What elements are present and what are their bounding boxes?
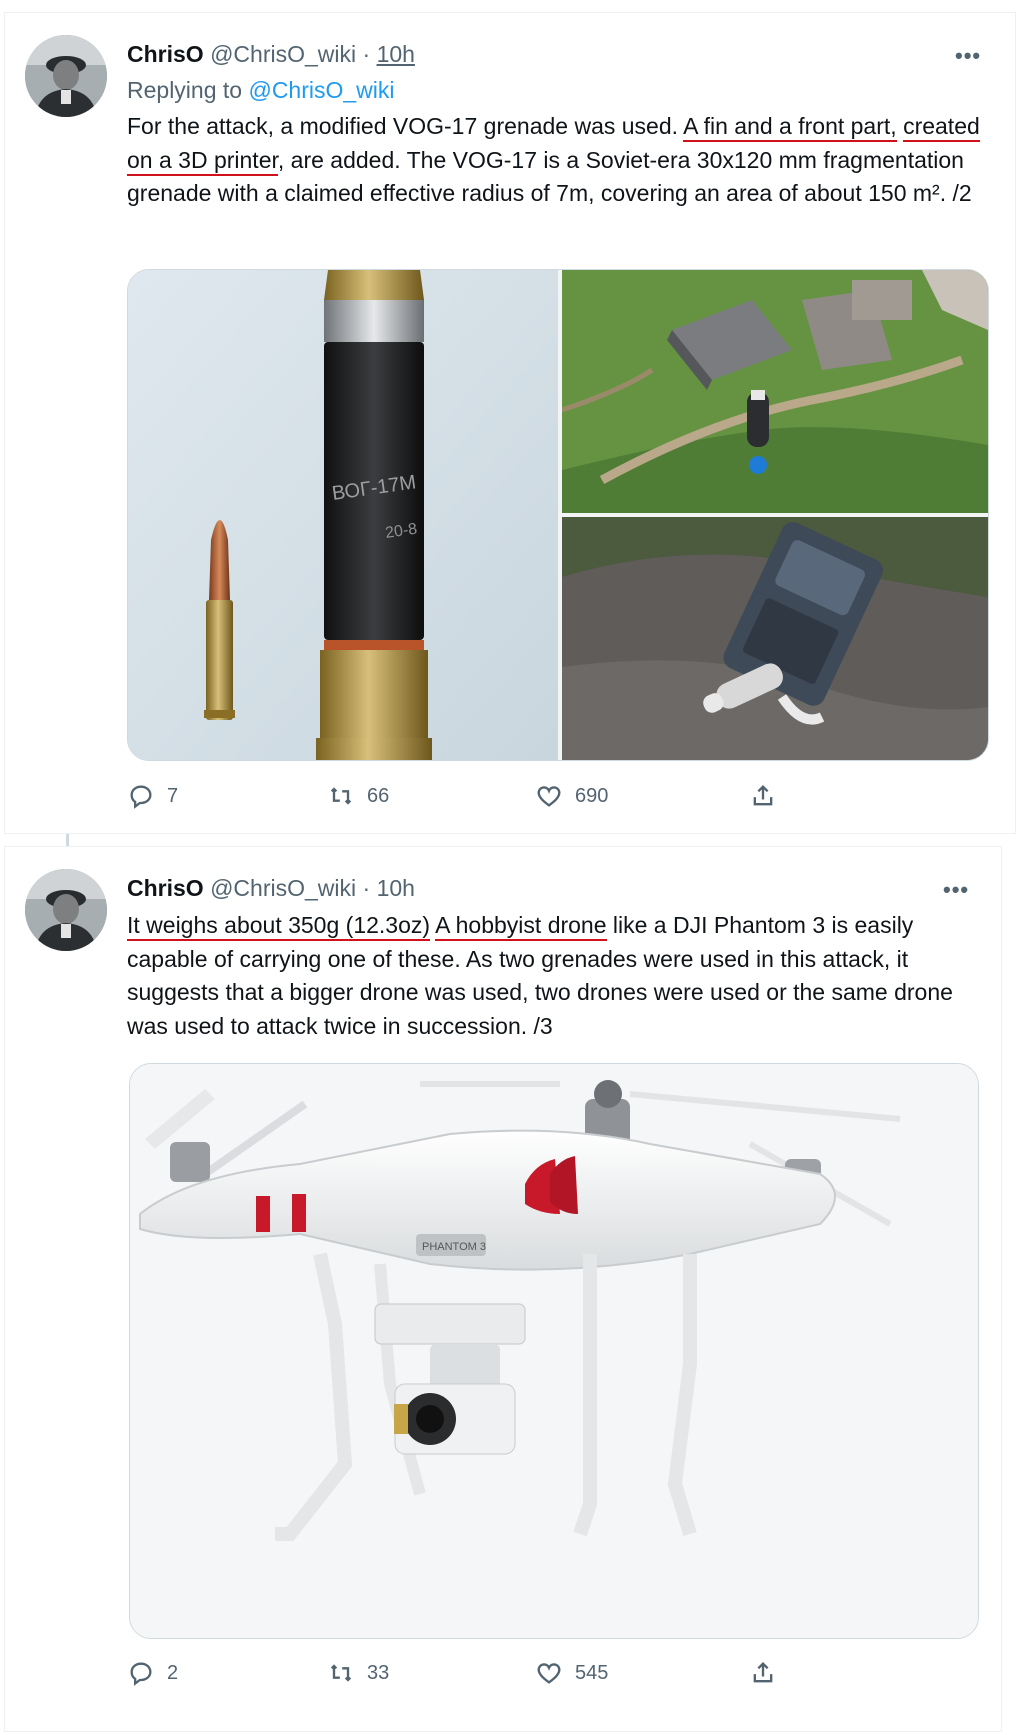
- avatar[interactable]: [25, 35, 107, 117]
- more-icon[interactable]: •••: [955, 43, 981, 69]
- action-bar: 2 33 545: [127, 1655, 987, 1695]
- tweet-header: ChrisO @ChrisO_wiki · 10h: [127, 41, 415, 68]
- header-separator: ·: [362, 875, 371, 901]
- drone-footage-photo[interactable]: [562, 517, 988, 760]
- drone-label: PHANTOM 3: [422, 1241, 486, 1253]
- grenade-photo[interactable]: ВОГ-17М 20-8: [128, 270, 558, 760]
- more-icon[interactable]: •••: [943, 877, 969, 903]
- aerial-photo[interactable]: [561, 270, 988, 513]
- reply-icon: [130, 1662, 152, 1686]
- heart-icon: [537, 1663, 561, 1684]
- author-handle[interactable]: @ChrisO_wiki: [210, 875, 356, 901]
- timestamp[interactable]: 10h: [377, 875, 415, 901]
- underlined-text: A fin and a front part,: [683, 113, 897, 142]
- reply-count: 2: [167, 1661, 179, 1684]
- tweet-text: It weighs about 350g (12.3oz) A hobbyist…: [127, 909, 983, 1043]
- tweet-2[interactable]: ChrisO @ChrisO_wiki · 10h ••• It weighs …: [4, 846, 1002, 1732]
- author-name[interactable]: ChrisO: [127, 875, 204, 901]
- underlined-text: It weighs about 350g (12.3oz): [127, 912, 431, 941]
- like-button[interactable]: 690: [535, 782, 608, 810]
- tweet-text: For the attack, a modified VOG-17 grenad…: [127, 110, 993, 211]
- author-handle[interactable]: @ChrisO_wiki: [210, 41, 356, 67]
- replying-to: Replying to @ChrisO_wiki: [127, 77, 395, 104]
- replying-prefix: Replying to: [127, 77, 243, 103]
- retweet-icon: [330, 787, 352, 805]
- replying-to-link[interactable]: @ChrisO_wiki: [248, 77, 394, 103]
- header-separator: ·: [362, 41, 371, 67]
- retweet-button[interactable]: 66: [327, 782, 389, 810]
- reply-icon: [130, 785, 152, 809]
- reply-button[interactable]: 7: [127, 782, 178, 810]
- underlined-text: A hobbyist drone: [435, 912, 607, 941]
- heart-icon: [537, 786, 561, 807]
- like-button[interactable]: 545: [535, 1659, 608, 1687]
- tweet-1[interactable]: ChrisO @ChrisO_wiki · 10h ••• Replying t…: [4, 12, 1016, 834]
- retweet-count: 33: [367, 1661, 390, 1684]
- avatar[interactable]: [25, 869, 107, 951]
- text-part: For the attack, a modified VOG-17 grenad…: [127, 113, 679, 139]
- retweet-button[interactable]: 33: [327, 1659, 389, 1687]
- share-icon: [753, 785, 773, 806]
- reply-button[interactable]: 2: [127, 1659, 178, 1687]
- author-name[interactable]: ChrisO: [127, 41, 204, 67]
- reply-count: 7: [167, 784, 179, 807]
- like-count: 690: [575, 784, 609, 807]
- action-bar: 7 66 690: [127, 778, 987, 818]
- tweet-header: ChrisO @ChrisO_wiki · 10h: [127, 875, 415, 902]
- like-count: 545: [575, 1661, 609, 1684]
- retweet-count: 66: [367, 784, 390, 807]
- share-button[interactable]: [749, 782, 777, 810]
- media-grid[interactable]: ВОГ-17М 20-8: [127, 269, 989, 761]
- share-button[interactable]: [749, 1659, 777, 1687]
- share-icon: [753, 1662, 773, 1683]
- retweet-icon: [330, 1664, 352, 1682]
- drone-photo[interactable]: PHANTOM 3: [129, 1063, 979, 1639]
- timestamp[interactable]: 10h: [377, 41, 415, 67]
